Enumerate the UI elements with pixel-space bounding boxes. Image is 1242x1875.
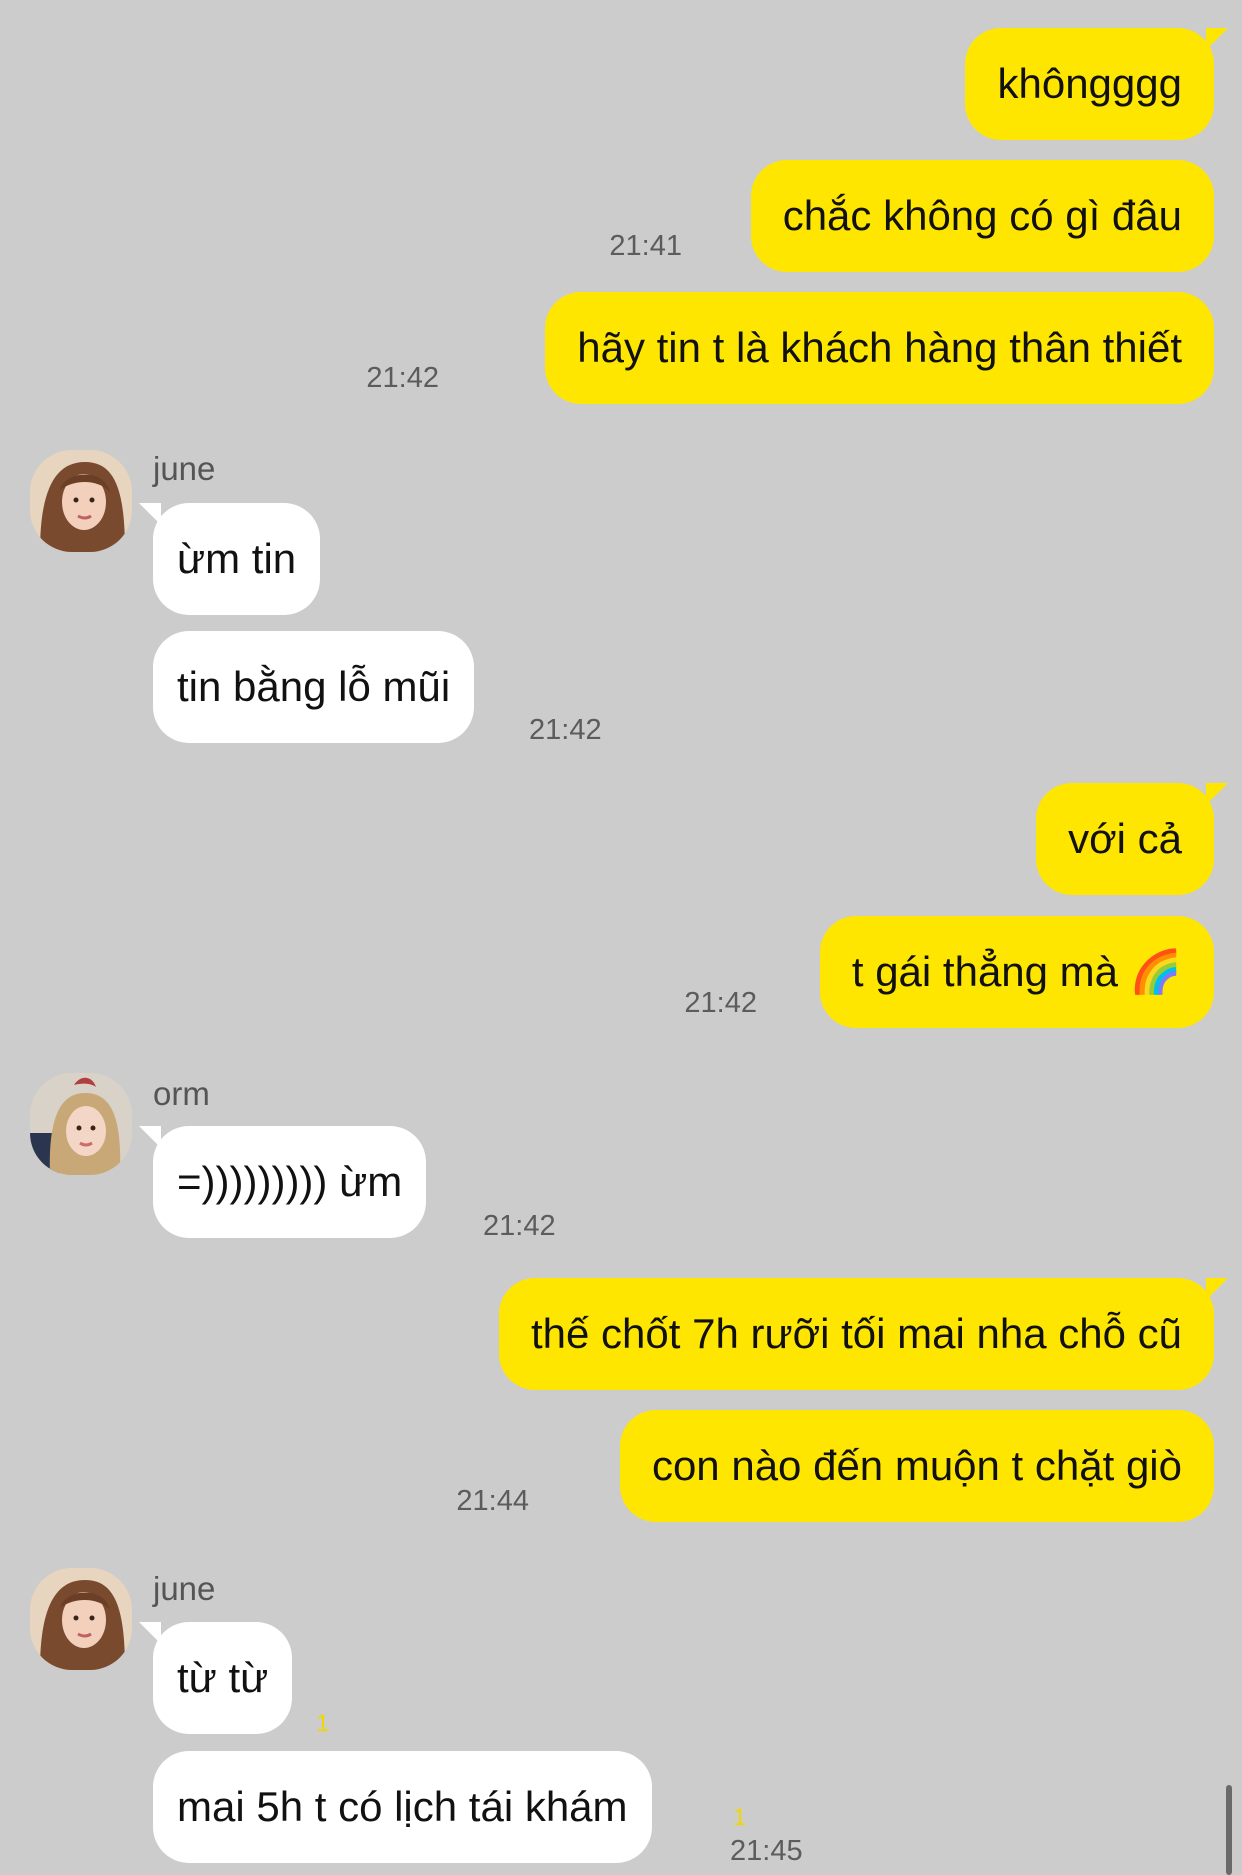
my-message-bubble[interactable]: hãy tin t là khách hàng thân thiết (545, 292, 1214, 404)
my-message-bubble[interactable]: với cả (1036, 783, 1228, 895)
their-message-bubble[interactable]: từ từ (138, 1622, 293, 1734)
my-message-bubble[interactable]: t gái thẳng mà 🌈 (819, 916, 1214, 1028)
my-message-bubble[interactable]: thế chốt 7h rưỡi tối mai nha chỗ cũ (499, 1278, 1228, 1390)
their-message-bubble[interactable]: =))))))))) ừm (138, 1126, 427, 1238)
sender-name: june (153, 450, 216, 487)
my-message-bubble[interactable]: khôngggg (965, 28, 1228, 140)
avatar-orm-icon (30, 1073, 132, 1175)
rainbow-emoji: 🌈 (1129, 948, 1182, 995)
message-text: t gái thẳng mà (851, 948, 1119, 995)
avatar-june[interactable] (30, 1568, 132, 1670)
my-message-bubble[interactable]: con nào đến muộn t chặt giò (619, 1410, 1214, 1522)
unread-count: 1 (733, 1804, 747, 1831)
unread-count: 1 (316, 1710, 330, 1737)
scrollbar[interactable] (1226, 1785, 1232, 1875)
their-message-bubble[interactable]: mai 5h t có lịch tái khám (153, 1751, 652, 1863)
message-timestamp: 21:42 (529, 714, 602, 746)
message-timestamp: 21:42 (684, 987, 757, 1019)
message-timestamp: 21:41 (609, 230, 682, 262)
avatar-june-icon (30, 450, 132, 552)
message-timestamp: 21:45 (730, 1835, 803, 1867)
avatar-june[interactable] (30, 450, 132, 552)
their-message-bubble[interactable]: tin bằng lỗ mũi (153, 631, 475, 743)
sender-name: orm (153, 1075, 210, 1112)
message-timestamp: 21:42 (366, 362, 439, 394)
my-message-bubble[interactable]: chắc không có gì đâu (750, 160, 1214, 272)
sender-name: june (153, 1570, 216, 1607)
avatar-june-icon (30, 1568, 132, 1670)
message-timestamp: 21:44 (456, 1485, 529, 1517)
message-timestamp: 21:42 (483, 1210, 556, 1242)
their-message-bubble[interactable]: ừm tin (138, 503, 321, 615)
avatar-orm[interactable] (30, 1073, 132, 1175)
